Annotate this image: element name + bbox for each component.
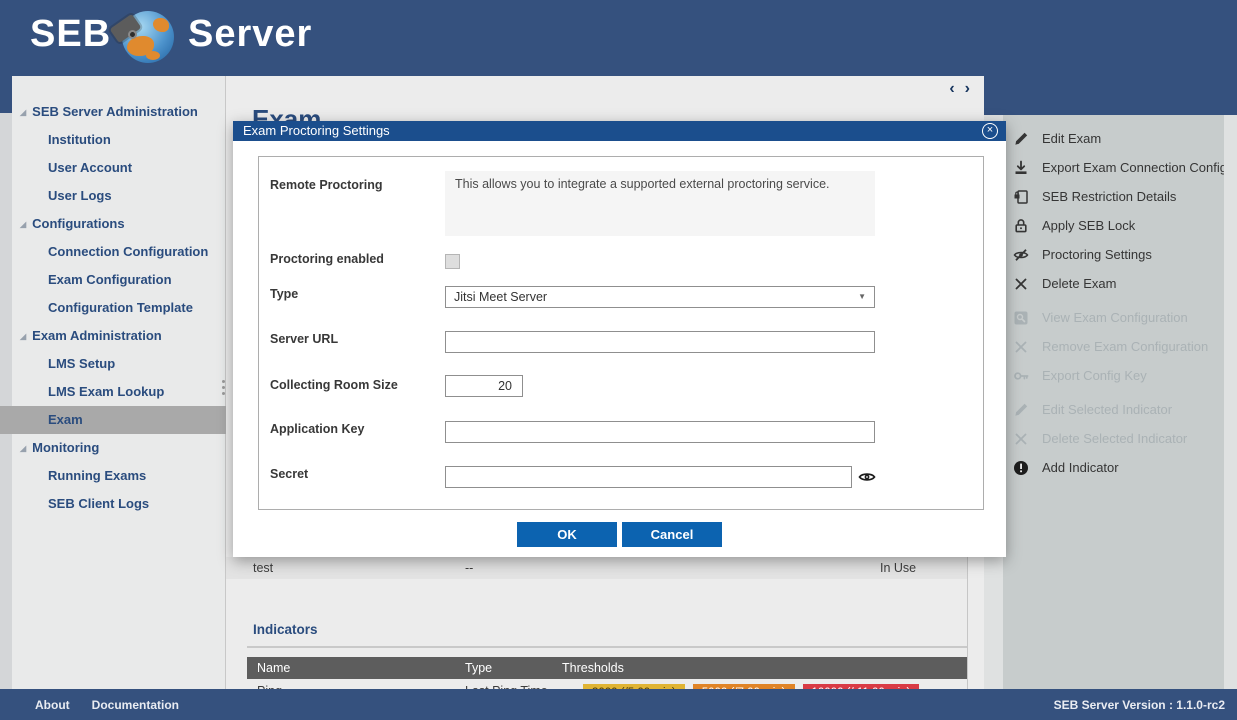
eye-icon[interactable] bbox=[858, 468, 876, 486]
documentation-link[interactable]: Documentation bbox=[92, 698, 179, 712]
brand-seb: SEB bbox=[30, 13, 111, 56]
column-type: Type bbox=[465, 661, 492, 675]
action-apply-seb-lock[interactable]: Apply SEB Lock bbox=[1003, 211, 1224, 240]
application-key-label: Application Key bbox=[270, 422, 442, 436]
remote-proctoring-label: Remote Proctoring bbox=[270, 178, 442, 192]
ok-button[interactable]: OK bbox=[517, 522, 617, 547]
config-value: -- bbox=[465, 561, 473, 575]
config-name: test bbox=[253, 561, 273, 575]
secret-label: Secret bbox=[270, 467, 442, 481]
expander-icon[interactable]: ◢ bbox=[20, 323, 26, 350]
exam-proctoring-settings-dialog: Exam Proctoring Settings × Remote Procto… bbox=[233, 121, 1006, 557]
dialog-title: Exam Proctoring Settings bbox=[243, 123, 390, 138]
action-panel: Edit Exam Export Exam Connection Configu… bbox=[1003, 115, 1224, 689]
chevron-down-icon: ▼ bbox=[858, 287, 866, 307]
seb-restriction-icon bbox=[1012, 188, 1029, 205]
action-remove-exam-configuration: Remove Exam Configuration bbox=[1003, 332, 1224, 361]
page-back-arrow[interactable]: ‹ bbox=[949, 80, 954, 97]
divider bbox=[247, 646, 967, 648]
sidebar-nav: ◢SEB Server Administration Institution U… bbox=[0, 76, 226, 518]
cancel-button[interactable]: Cancel bbox=[622, 522, 722, 547]
action-delete-exam[interactable]: Delete Exam bbox=[1003, 269, 1224, 298]
server-url-input[interactable] bbox=[445, 331, 875, 353]
x-icon bbox=[1012, 338, 1029, 355]
sidebar-resize-handle[interactable] bbox=[222, 377, 226, 398]
brand-server: Server bbox=[188, 13, 312, 56]
proctoring-enabled-checkbox[interactable] bbox=[445, 254, 460, 269]
sidebar-item-user-account[interactable]: User Account bbox=[0, 154, 226, 182]
padlock-icon bbox=[1012, 217, 1029, 234]
type-select-value: Jitsi Meet Server bbox=[454, 290, 547, 304]
exclamation-circle-icon bbox=[1012, 459, 1029, 476]
sidebar-item-exam[interactable]: Exam bbox=[0, 406, 226, 434]
remote-proctoring-description: This allows you to integrate a supported… bbox=[445, 171, 875, 236]
collecting-room-size-input[interactable] bbox=[445, 375, 523, 397]
sidebar-section-configurations[interactable]: ◢Configurations bbox=[0, 210, 226, 238]
app-header: SEB Server bbox=[0, 0, 1237, 76]
expander-icon[interactable]: ◢ bbox=[20, 99, 26, 126]
eye-off-icon bbox=[1012, 246, 1029, 263]
version-label: SEB Server Version : 1.1.0-rc2 bbox=[1054, 698, 1225, 712]
action-edit-exam[interactable]: Edit Exam bbox=[1003, 124, 1224, 153]
sidebar-item-exam-configuration[interactable]: Exam Configuration bbox=[0, 266, 226, 294]
sidebar-item-lms-exam-lookup[interactable]: LMS Exam Lookup bbox=[0, 378, 226, 406]
sidebar-section-monitoring[interactable]: ◢Monitoring bbox=[0, 434, 226, 462]
dialog-title-bar: Exam Proctoring Settings × bbox=[233, 121, 1006, 141]
download-icon bbox=[1012, 159, 1029, 176]
expander-icon[interactable]: ◢ bbox=[20, 435, 26, 462]
server-url-label: Server URL bbox=[270, 332, 442, 346]
sidebar-section-exam-administration[interactable]: ◢Exam Administration bbox=[0, 322, 226, 350]
sidebar-item-user-logs[interactable]: User Logs bbox=[0, 182, 226, 210]
indicator-table-row[interactable]: Ping Last Ping Time 3000 (/5:00 min)5000… bbox=[247, 681, 967, 689]
action-view-exam-configuration: View Exam Configuration bbox=[1003, 303, 1224, 332]
pencil-icon bbox=[1012, 401, 1029, 418]
close-icon[interactable]: × bbox=[982, 123, 998, 139]
x-icon bbox=[1012, 275, 1029, 292]
app-footer: About Documentation SEB Server Version :… bbox=[0, 689, 1237, 720]
pencil-icon bbox=[1012, 130, 1029, 147]
sidebar-item-configuration-template[interactable]: Configuration Template bbox=[0, 294, 226, 322]
table-border bbox=[967, 557, 968, 689]
config-status: In Use bbox=[880, 561, 916, 575]
type-label: Type bbox=[270, 287, 442, 301]
column-name: Name bbox=[257, 661, 290, 675]
action-add-indicator[interactable]: Add Indicator bbox=[1003, 453, 1224, 482]
action-export-config-key: Export Config Key bbox=[1003, 361, 1224, 390]
sidebar-item-connection-configuration[interactable]: Connection Configuration bbox=[0, 238, 226, 266]
sidebar-item-institution[interactable]: Institution bbox=[0, 126, 226, 154]
seb-server-app: SEB Server ◢SEB Server Administration In… bbox=[0, 0, 1237, 720]
application-key-input[interactable] bbox=[445, 421, 875, 443]
expander-icon[interactable]: ◢ bbox=[20, 211, 26, 238]
type-select[interactable]: Jitsi Meet Server ▼ bbox=[445, 286, 875, 308]
sidebar-item-running-exams[interactable]: Running Exams bbox=[0, 462, 226, 490]
sidebar-item-lms-setup[interactable]: LMS Setup bbox=[0, 350, 226, 378]
action-delete-selected-indicator: Delete Selected Indicator bbox=[1003, 424, 1224, 453]
x-icon bbox=[1012, 430, 1029, 447]
key-icon bbox=[1012, 367, 1029, 384]
indicators-section-title: Indicators bbox=[253, 622, 318, 637]
sidebar-item-seb-client-logs[interactable]: SEB Client Logs bbox=[0, 490, 226, 518]
action-proctoring-settings[interactable]: Proctoring Settings bbox=[1003, 240, 1224, 269]
proctoring-enabled-label: Proctoring enabled bbox=[270, 252, 442, 266]
about-link[interactable]: About bbox=[35, 698, 70, 712]
exam-configuration-row[interactable]: test -- In Use bbox=[226, 557, 967, 579]
column-thresholds: Thresholds bbox=[562, 661, 624, 675]
action-export-exam-connection-configuration[interactable]: Export Exam Connection Configura bbox=[1003, 153, 1224, 182]
action-seb-restriction-details[interactable]: SEB Restriction Details bbox=[1003, 182, 1224, 211]
indicators-table-header: Name Type Thresholds bbox=[247, 657, 967, 679]
secret-input[interactable] bbox=[445, 466, 852, 488]
sidebar-section-seb-server-administration[interactable]: ◢SEB Server Administration bbox=[0, 98, 226, 126]
action-edit-selected-indicator: Edit Selected Indicator bbox=[1003, 395, 1224, 424]
page-forward-arrow[interactable]: › bbox=[965, 80, 970, 97]
search-box-icon bbox=[1012, 309, 1029, 326]
collecting-room-size-label: Collecting Room Size bbox=[270, 378, 442, 392]
